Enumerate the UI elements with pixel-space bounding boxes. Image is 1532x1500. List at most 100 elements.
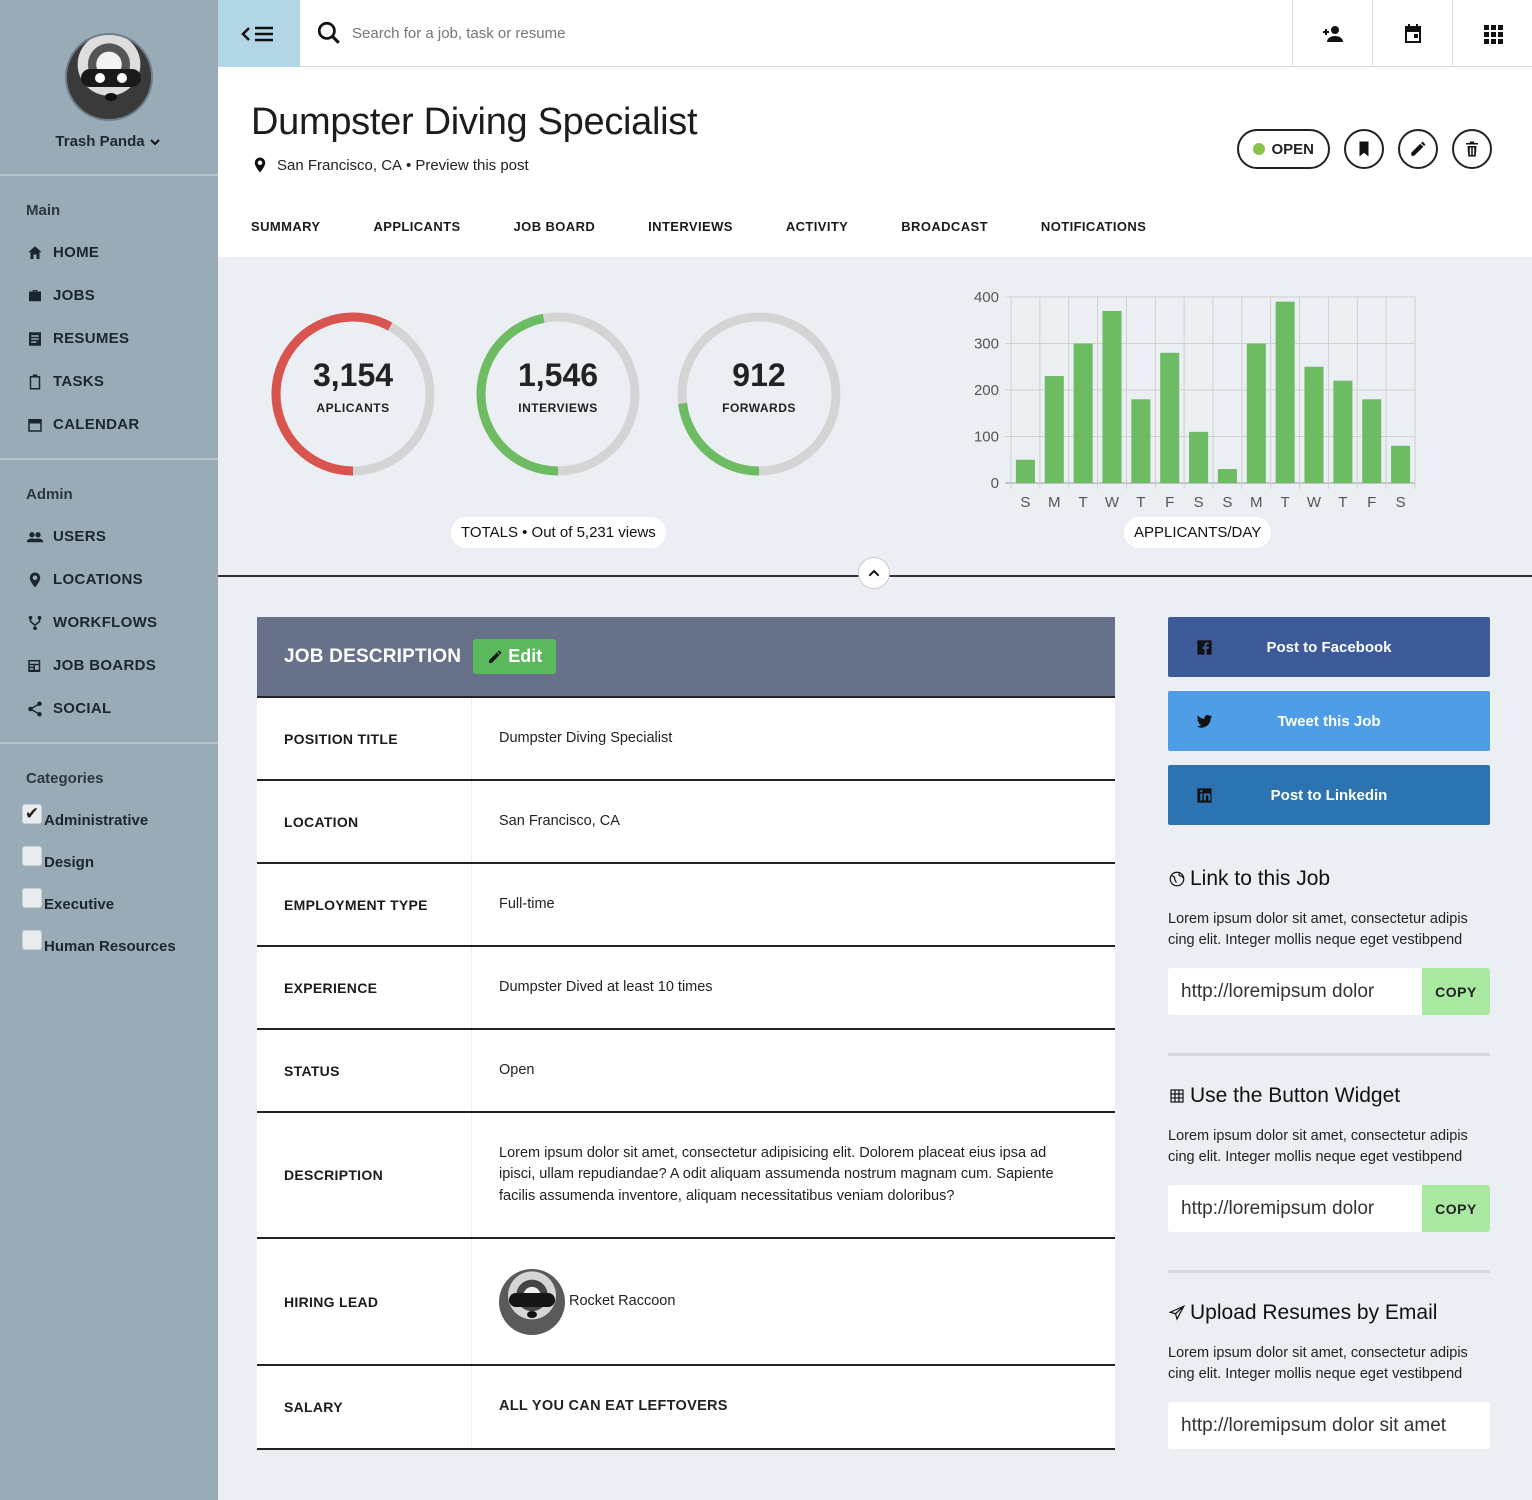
x-tick-label: M — [1048, 494, 1061, 511]
x-tick-label: S — [1194, 494, 1204, 511]
link-to-job-widget: Link to this Job Lorem ipsum dolor sit a… — [1168, 839, 1490, 1056]
edit-description-button[interactable]: Edit — [473, 639, 557, 674]
chart-xlabel: APPLICANTS/DAY — [1124, 517, 1272, 548]
job-link-field[interactable] — [1168, 968, 1422, 1015]
copy-button[interactable]: COPY — [1422, 1185, 1490, 1232]
status-dot — [1253, 143, 1266, 155]
category-design[interactable]: Design — [22, 841, 218, 883]
delete-job-button[interactable] — [1452, 129, 1492, 169]
chart-bar — [1246, 343, 1266, 483]
job-location: San Francisco, CA — [277, 156, 403, 174]
category-administrative[interactable]: ✔ Administrative — [22, 799, 218, 841]
status-badge[interactable]: OPEN — [1237, 129, 1330, 169]
tweet-job-button[interactable]: Tweet this Job — [1168, 691, 1490, 751]
job-description-header: JOB DESCRIPTION Edit — [257, 617, 1115, 698]
sidebar-item-home[interactable]: HOME — [26, 231, 218, 274]
checkbox[interactable] — [22, 846, 42, 866]
sidebar-item-social[interactable]: SOCIAL — [26, 687, 218, 730]
gauge-label: INTERVIEWS — [518, 401, 598, 415]
collapse-stats-button[interactable] — [858, 557, 890, 589]
bookmark-button[interactable] — [1344, 129, 1384, 169]
add-user-icon — [1322, 25, 1343, 42]
upload-resumes-widget: Upload Resumes by Email Lorem ipsum dolo… — [1168, 1273, 1490, 1487]
checkbox-checked[interactable]: ✔ — [22, 804, 42, 824]
y-tick-label: 0 — [991, 475, 999, 492]
user-menu[interactable]: Trash Panda — [0, 133, 218, 150]
sidebar-item-locations[interactable]: LOCATIONS — [26, 558, 218, 601]
avatar[interactable] — [65, 33, 153, 121]
checkbox[interactable] — [22, 888, 42, 908]
tab-notifications[interactable]: NOTIFICATIONS — [1041, 219, 1146, 234]
gauge-label: APLICANTS — [316, 401, 390, 415]
checkbox[interactable] — [22, 930, 42, 950]
chart-bar — [1362, 399, 1382, 483]
y-tick-label: 400 — [974, 289, 999, 306]
gauge-label: FORWARDS — [722, 401, 796, 415]
x-tick-label: F — [1367, 494, 1376, 511]
chart-bar — [1160, 352, 1180, 483]
copy-button[interactable]: COPY — [1422, 968, 1490, 1015]
category-executive[interactable]: Executive — [22, 883, 218, 925]
grid-icon — [1170, 1089, 1184, 1103]
job-description-title: JOB DESCRIPTION — [284, 645, 462, 667]
widget-title: Link to this Job — [1190, 867, 1331, 890]
x-tick-label: S — [1396, 494, 1406, 511]
widget-text: Lorem ipsum dolor sit amet, consectetur … — [1168, 911, 1468, 948]
sidebar-item-calendar[interactable]: CALENDAR — [26, 403, 218, 446]
widget-code-field[interactable] — [1168, 1185, 1422, 1232]
location-pin-icon — [29, 572, 41, 587]
post-to-facebook-button[interactable]: Post to Facebook — [1168, 617, 1490, 677]
edit-job-button[interactable] — [1398, 129, 1438, 169]
home-icon — [28, 245, 42, 259]
row-hiring-lead: HIRING LEAD Rocket Raccoon — [257, 1239, 1115, 1366]
sidebar: Trash Panda Main HOME JOBS RESUMES TASKS… — [0, 0, 218, 1500]
linkedin-icon — [1197, 787, 1212, 803]
tab-job-board[interactable]: JOB BOARD — [514, 219, 596, 234]
row-employment-type: EMPLOYMENT TYPE Full-time — [257, 864, 1115, 947]
sidebar-item-users[interactable]: USERS — [26, 515, 218, 558]
newspaper-icon — [28, 659, 41, 672]
chart-bar — [1015, 459, 1035, 483]
share-icon — [28, 701, 42, 716]
sidebar-item-tasks[interactable]: TASKS — [26, 360, 218, 403]
hiring-lead-name[interactable]: Rocket Raccoon — [569, 1291, 675, 1313]
tab-interviews[interactable]: INTERVIEWS — [648, 219, 733, 234]
search-input[interactable] — [352, 24, 752, 42]
chart-bar — [1333, 380, 1353, 483]
tab-broadcast[interactable]: BROADCAST — [901, 219, 988, 234]
chart-bar — [1217, 469, 1237, 483]
menu-collapse-icon — [241, 26, 273, 41]
row-position-title: POSITION TITLE Dumpster Diving Specialis… — [257, 698, 1115, 781]
sidebar-item-job-boards[interactable]: JOB BOARDS — [26, 644, 218, 687]
apps-grid-button[interactable] — [1452, 0, 1532, 67]
totals-label: TOTALS • Out of 5,231 views — [451, 517, 666, 548]
share-panel: Post to Facebook Tweet this Job Post to … — [1168, 617, 1490, 1487]
bookmark-icon — [1359, 141, 1369, 157]
categories-section: Categories ✔ Administrative Design Execu… — [0, 744, 218, 967]
tab-applicants[interactable]: APPLICANTS — [373, 219, 460, 234]
pencil-icon — [1411, 141, 1426, 156]
row-experience: EXPERIENCE Dumpster Dived at least 10 ti… — [257, 947, 1115, 1030]
add-user-button[interactable] — [1292, 0, 1372, 67]
sidebar-item-jobs[interactable]: JOBS — [26, 274, 218, 317]
sidebar-item-resumes[interactable]: RESUMES — [26, 317, 218, 360]
sidebar-item-workflows[interactable]: WORKFLOWS — [26, 601, 218, 644]
post-to-linkedin-button[interactable]: Post to Linkedin — [1168, 765, 1490, 825]
chevron-up-icon — [868, 569, 880, 577]
widget-text: Lorem ipsum dolor sit amet, consectetur … — [1168, 1128, 1468, 1165]
category-human-resources[interactable]: Human Resources — [22, 925, 218, 967]
job-description-card: JOB DESCRIPTION Edit POSITION TITLE Dump… — [257, 617, 1115, 1450]
preview-link[interactable]: Preview this post — [415, 157, 528, 174]
globe-icon — [1169, 871, 1185, 887]
tab-activity[interactable]: ACTIVITY — [786, 219, 848, 234]
user-profile: Trash Panda — [0, 0, 218, 176]
gauge-applicants: 3,154 APLICANTS — [268, 309, 438, 479]
calendar-button[interactable] — [1372, 0, 1452, 67]
upload-email-field[interactable] — [1168, 1402, 1490, 1449]
sidebar-toggle-button[interactable] — [218, 0, 300, 67]
copy-widget-row: COPY — [1168, 1185, 1490, 1232]
gauge-value: 3,154 — [312, 357, 394, 393]
page-title: Dumpster Diving Specialist — [251, 101, 698, 143]
tab-summary[interactable]: SUMMARY — [251, 219, 320, 234]
row-status: STATUS Open — [257, 1030, 1115, 1113]
